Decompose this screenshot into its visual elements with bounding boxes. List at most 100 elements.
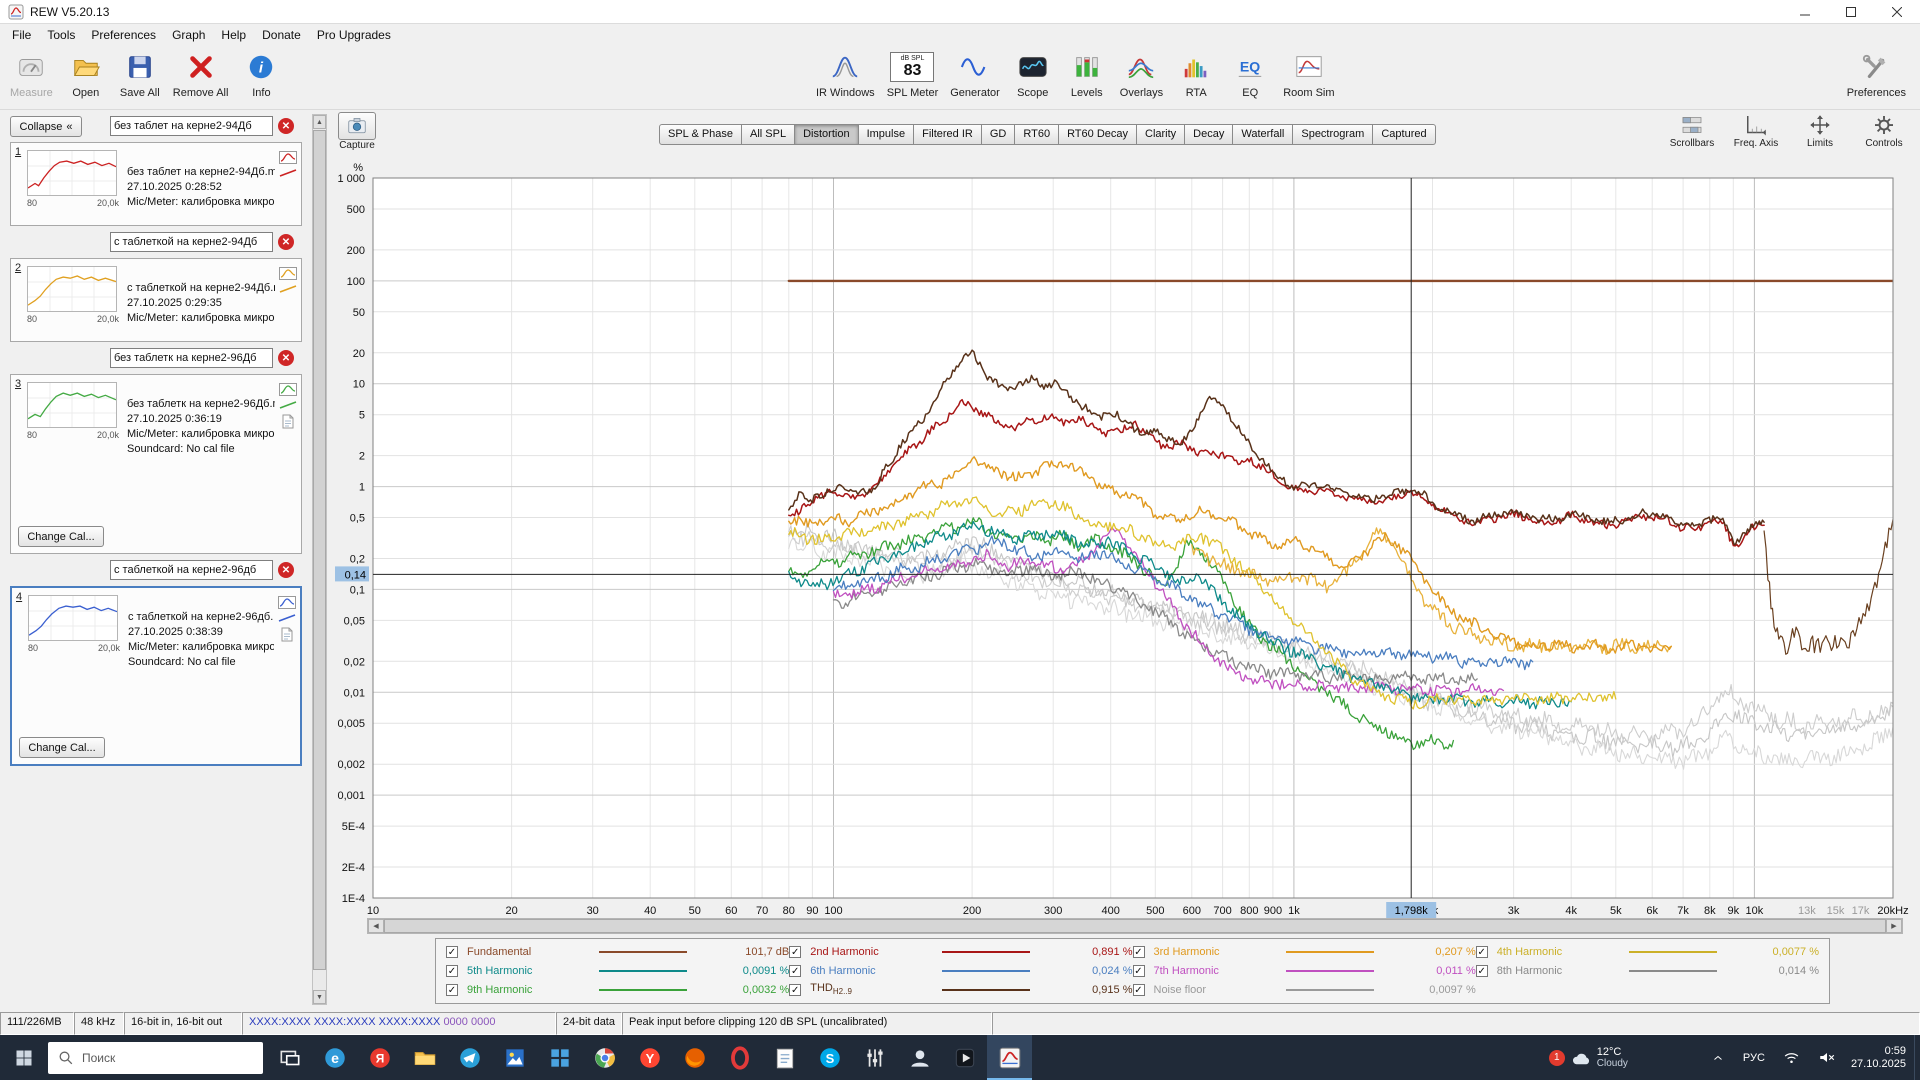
- toolbar-label: Remove All: [173, 87, 229, 99]
- toolbar-remove-all-button[interactable]: Remove All: [169, 49, 233, 99]
- network-icon[interactable]: [1774, 1035, 1809, 1080]
- scrollbars-button[interactable]: Scrollbars: [1664, 112, 1720, 149]
- legend-checkbox[interactable]: ✓: [789, 965, 801, 977]
- taskbar-app-notes[interactable]: [762, 1035, 807, 1080]
- chart-scrollbar-thumb[interactable]: [384, 919, 1886, 933]
- menu-preferences[interactable]: Preferences: [83, 26, 164, 44]
- language-indicator[interactable]: РУС: [1734, 1035, 1774, 1080]
- close-button[interactable]: [1874, 0, 1920, 23]
- weather-widget[interactable]: 1 12°C Cloudy: [1539, 1046, 1638, 1070]
- menu-file[interactable]: File: [4, 26, 39, 44]
- clock[interactable]: 0:59 27.10.2025: [1845, 1045, 1914, 1071]
- taskbar-app-telegram[interactable]: [447, 1035, 492, 1080]
- delete-measurement-button[interactable]: ✕: [278, 118, 294, 134]
- menu-pro-upgrades[interactable]: Pro Upgrades: [309, 26, 399, 44]
- taskbar-app-photos[interactable]: [492, 1035, 537, 1080]
- toolbar-ir-windows-button[interactable]: IR Windows: [812, 49, 879, 99]
- taskbar-app-explorer[interactable]: [402, 1035, 447, 1080]
- tab-spectrogram[interactable]: Spectrogram: [1293, 124, 1373, 145]
- tab-clarity[interactable]: Clarity: [1137, 124, 1185, 145]
- tab-gd[interactable]: GD: [982, 124, 1016, 145]
- tab-spl-phase[interactable]: SPL & Phase: [659, 124, 742, 145]
- start-button[interactable]: [0, 1035, 48, 1080]
- toolbar-generator-button[interactable]: Generator: [946, 49, 1004, 99]
- toolbar-room-sim-button[interactable]: Room Sim: [1279, 49, 1338, 99]
- tab-rt60-decay[interactable]: RT60 Decay: [1059, 124, 1137, 145]
- tab-all-spl[interactable]: All SPL: [742, 124, 795, 145]
- taskbar-app-yandex-music[interactable]: Y: [627, 1035, 672, 1080]
- taskbar-app-chrome[interactable]: [582, 1035, 627, 1080]
- tab-impulse[interactable]: Impulse: [859, 124, 915, 145]
- chart-horizontal-scrollbar[interactable]: ◀ ▶: [367, 918, 1903, 934]
- legend-checkbox[interactable]: ✓: [1476, 965, 1488, 977]
- menu-donate[interactable]: Donate: [254, 26, 309, 44]
- tray-expand-button[interactable]: [1702, 1035, 1734, 1080]
- capture-button[interactable]: Capture: [333, 112, 381, 151]
- scroll-right-icon[interactable]: ▶: [1886, 919, 1902, 933]
- taskbar-app-volume-mixer[interactable]: [852, 1035, 897, 1080]
- generator-icon: [960, 52, 990, 82]
- measurement-number[interactable]: 1: [15, 146, 21, 158]
- taskbar-app-media-player[interactable]: [942, 1035, 987, 1080]
- limits-button[interactable]: Limits: [1792, 112, 1848, 149]
- taskbar-app-firefox[interactable]: [672, 1035, 717, 1080]
- distortion-graph[interactable]: %1 0005002001005020105210,50,20,10,050,0…: [0, 160, 1920, 960]
- toolbar-scope-button[interactable]: Scope: [1008, 49, 1058, 99]
- tab-rt60[interactable]: RT60: [1015, 124, 1059, 145]
- toolbar-spl-meter-button[interactable]: dB SPL83SPL Meter: [883, 49, 943, 99]
- tab-filtered-ir[interactable]: Filtered IR: [914, 124, 982, 145]
- room-sim-icon: [1294, 52, 1324, 82]
- tab-decay[interactable]: Decay: [1185, 124, 1233, 145]
- taskbar-search-input[interactable]: Поиск: [48, 1042, 263, 1074]
- legend-label: Fundamental: [467, 946, 575, 958]
- legend-checkbox[interactable]: ✓: [446, 965, 458, 977]
- legend-checkbox[interactable]: ✓: [1476, 946, 1488, 958]
- legend-checkbox[interactable]: ✓: [446, 946, 458, 958]
- menu-help[interactable]: Help: [213, 26, 254, 44]
- scroll-up-icon[interactable]: ▲: [313, 115, 326, 129]
- tab-captured[interactable]: Captured: [1373, 124, 1435, 145]
- legend-checkbox[interactable]: ✓: [789, 946, 801, 958]
- minimize-button[interactable]: [1782, 0, 1828, 23]
- controls-button[interactable]: Controls: [1856, 112, 1912, 149]
- legend-checkbox[interactable]: ✓: [446, 984, 458, 996]
- firefox-icon: [682, 1045, 708, 1071]
- scroll-left-icon[interactable]: ◀: [368, 919, 384, 933]
- opera-icon: [727, 1045, 753, 1071]
- toolbar-rta-button[interactable]: RTA: [1171, 49, 1221, 99]
- legend-checkbox[interactable]: ✓: [1133, 965, 1145, 977]
- taskbar-app-task-view[interactable]: [267, 1035, 312, 1080]
- taskbar-app-app-grid[interactable]: [537, 1035, 582, 1080]
- toolbar-preferences-button[interactable]: Preferences: [1843, 49, 1910, 99]
- toolbar-eq-button[interactable]: EQEQ: [1225, 49, 1275, 99]
- legend-checkbox[interactable]: ✓: [789, 984, 801, 996]
- tab-distortion[interactable]: Distortion: [795, 124, 858, 145]
- toolbar-measure-button[interactable]: Measure: [6, 49, 57, 99]
- tab-waterfall[interactable]: Waterfall: [1233, 124, 1293, 145]
- legend-checkbox[interactable]: ✓: [1133, 946, 1145, 958]
- collapse-button[interactable]: Collapse«: [10, 116, 82, 137]
- measurement-name-input[interactable]: без таблет на керне2-94Дб: [110, 116, 273, 136]
- show-desktop-button[interactable]: [1914, 1035, 1920, 1080]
- legend-checkbox[interactable]: ✓: [1133, 984, 1145, 996]
- menu-tools[interactable]: Tools: [39, 26, 83, 44]
- toolbar-save-all-button[interactable]: Save All: [115, 49, 165, 99]
- taskbar-app-skype[interactable]: S: [807, 1035, 852, 1080]
- volume-muted-icon[interactable]: [1809, 1035, 1845, 1080]
- toolbar-levels-button[interactable]: Levels: [1062, 49, 1112, 99]
- menu-graph[interactable]: Graph: [164, 26, 213, 44]
- overlays-icon: [1126, 52, 1156, 82]
- toolbar-label: RTA: [1186, 87, 1207, 99]
- maximize-button[interactable]: [1828, 0, 1874, 23]
- toolbar-info-button[interactable]: iInfo: [236, 49, 286, 99]
- svg-text:20kHz: 20kHz: [1877, 905, 1908, 917]
- freq-axis-button[interactable]: Freq. Axis: [1728, 112, 1784, 149]
- scroll-down-icon[interactable]: ▼: [313, 990, 326, 1004]
- toolbar-open-button[interactable]: Open: [61, 49, 111, 99]
- taskbar-app-contacts[interactable]: [897, 1035, 942, 1080]
- taskbar-app-rew[interactable]: [987, 1035, 1032, 1080]
- taskbar-app-opera[interactable]: [717, 1035, 762, 1080]
- toolbar-overlays-button[interactable]: Overlays: [1116, 49, 1167, 99]
- taskbar-app-edge[interactable]: e: [312, 1035, 357, 1080]
- taskbar-app-yandex-browser[interactable]: Я: [357, 1035, 402, 1080]
